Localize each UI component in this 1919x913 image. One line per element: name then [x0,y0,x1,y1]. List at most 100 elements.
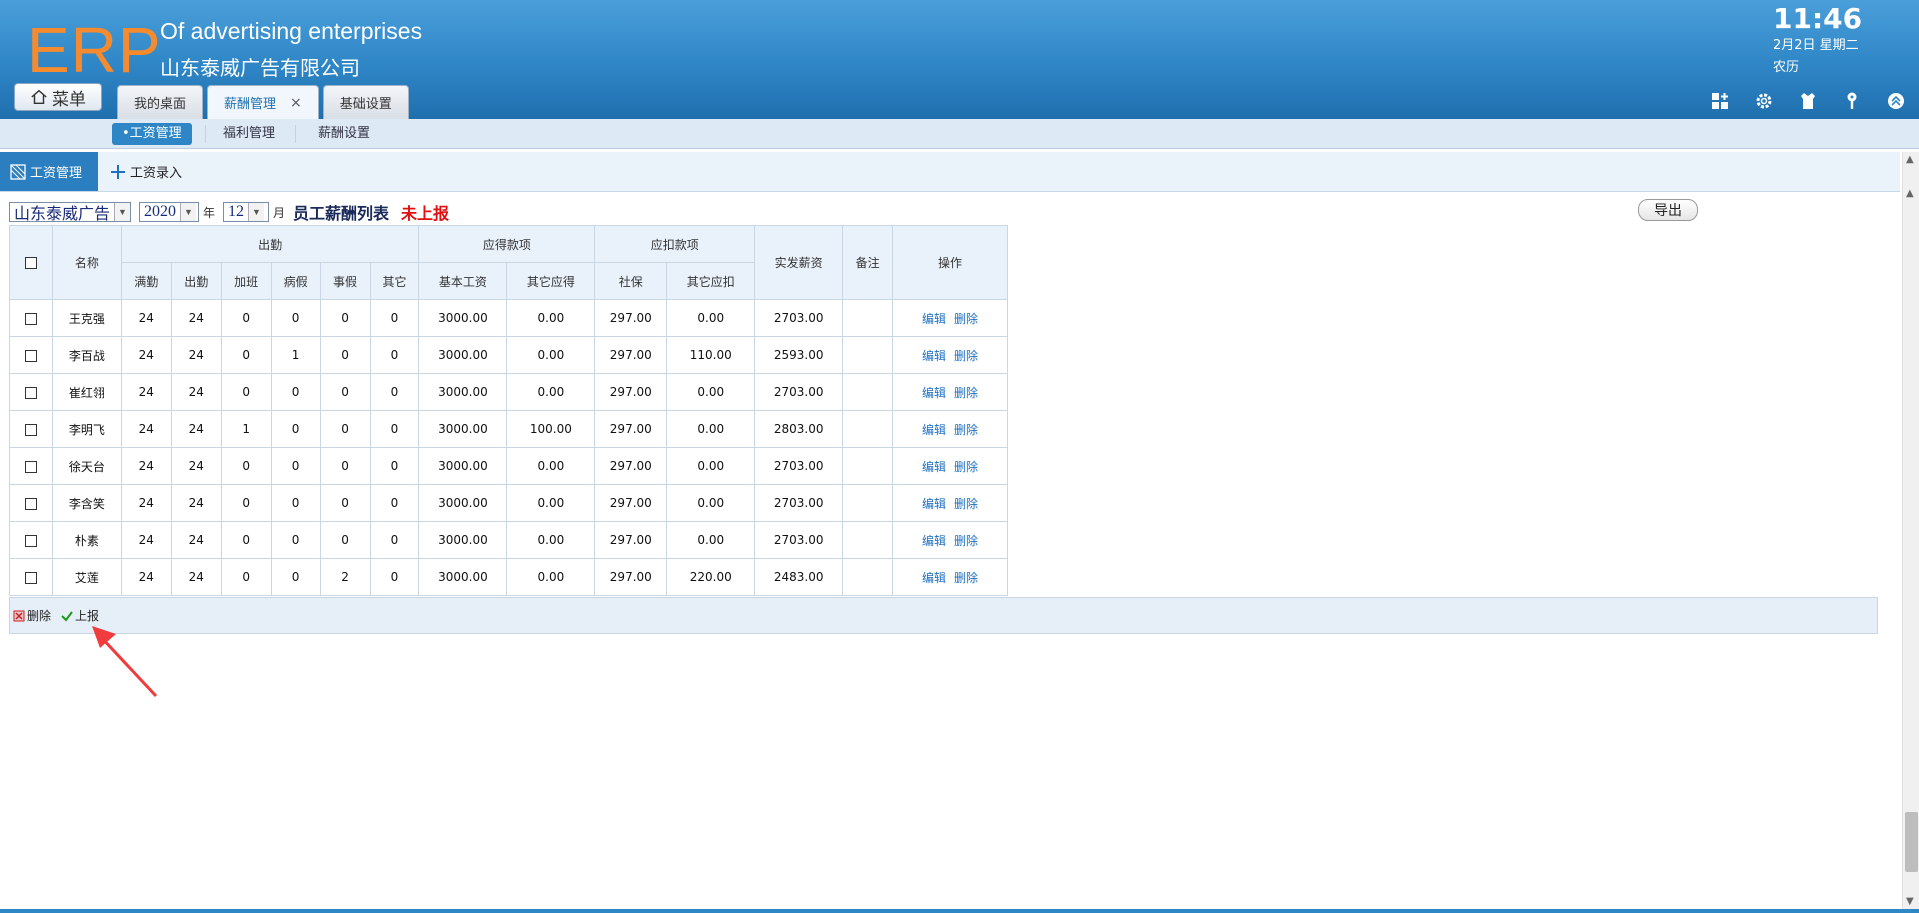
month-select-value: 12 [228,203,245,220]
cell-net-pay: 2703.00 [754,373,844,411]
cell-other-deduct: 220.00 [666,558,756,596]
cell-remark [842,336,894,374]
scroll-down-icon[interactable]: ▼ [1906,896,1914,907]
collapse-icon[interactable] [1885,90,1907,112]
scroll-up-icon[interactable]: ▲ [1906,154,1914,165]
header-personal-leave: 事假 [319,262,371,300]
module-tab-salary-management[interactable]: 工资管理 [0,152,98,191]
module-tab-label: 工资管理 [30,166,83,181]
cell-personal-leave: 2 [319,558,371,596]
cell-net-pay: 2703.00 [754,484,844,522]
delete-link[interactable]: 删除 [954,571,978,585]
year-select[interactable]: 2020 ▼ [139,202,199,222]
cell-sick-leave: 0 [270,373,321,411]
header-net-pay: 实发薪资 [754,225,844,300]
company-select[interactable]: 山东泰威广告 ▼ [9,202,131,223]
cell-other-income: 0.00 [506,521,596,559]
cell-net-pay: 2703.00 [754,447,844,485]
cell-base-salary: 3000.00 [418,410,508,448]
cell-ops: 编辑 删除 [892,447,1008,485]
vertical-scrollbar[interactable]: ▲ ▲ ▼ [1902,152,1919,909]
header-sick-leave: 病假 [270,262,321,300]
delete-link[interactable]: 删除 [954,349,978,363]
row-checkbox[interactable] [24,312,37,325]
cell-attendance: 24 [170,447,222,485]
header-overtime: 加班 [220,262,272,300]
tab-my-desktop[interactable]: 我的桌面 [117,85,204,119]
menu-button[interactable]: 菜单 [14,83,102,111]
row-checkbox[interactable] [24,386,37,399]
year-unit: 年 [203,205,216,220]
cell-ops: 编辑 删除 [892,521,1008,559]
edit-link[interactable]: 编辑 [922,460,946,474]
cell-ops: 编辑 删除 [892,336,1008,374]
submenu-welfare-management[interactable]: 福利管理 [223,123,275,145]
cell-personal-leave: 0 [319,447,371,485]
header-group-attendance: 出勤 [120,225,420,263]
module-tab-salary-entry[interactable]: 工资录入 [100,152,192,191]
cell-other-income: 0.00 [506,299,596,337]
edit-link[interactable]: 编辑 [922,571,946,585]
export-button[interactable]: 导出 [1638,199,1698,221]
cell-name: 李含笑 [51,484,122,522]
shirt-icon[interactable] [1797,90,1819,112]
cell-other: 0 [369,447,420,485]
cell-personal-leave: 0 [319,410,371,448]
header-full-attendance: 满勤 [120,262,172,300]
row-checkbox[interactable] [24,423,37,436]
delete-link[interactable]: 删除 [954,497,978,511]
table-row: 朴素 24 24 0 0 0 0 3000.00 0.00 297.00 0.00 2703.00 编辑… [9,521,1008,559]
row-select-cell [9,336,53,374]
row-checkbox[interactable] [24,460,37,473]
cell-full-attendance: 24 [120,521,172,559]
cell-name: 王克强 [51,299,122,337]
delete-link[interactable]: 删除 [954,386,978,400]
submenu-salary-management[interactable]: •工资管理 [112,123,192,145]
table-row: 崔红翎 24 24 0 0 0 0 3000.00 0.00 297.00 0.00 2703.00 编… [9,373,1008,411]
edit-link[interactable]: 编辑 [922,534,946,548]
delete-link[interactable]: 删除 [954,534,978,548]
cell-base-salary: 3000.00 [418,336,508,374]
gear-icon[interactable] [1753,90,1775,112]
tab-label: 基础设置 [339,97,392,112]
scroll-thumb[interactable] [1905,812,1918,872]
row-select-cell [9,410,53,448]
row-checkbox[interactable] [24,349,37,362]
add-widget-icon[interactable] [1709,90,1731,112]
edit-link[interactable]: 编辑 [922,312,946,326]
year-select-value: 2020 [144,203,176,220]
key-icon[interactable] [1841,90,1863,112]
header-other: 其它 [369,262,420,300]
cell-remark [842,484,894,522]
edit-link[interactable]: 编辑 [922,386,946,400]
row-checkbox[interactable] [24,497,37,510]
scroll-up-icon[interactable]: ▲ [1906,188,1914,199]
cell-other-deduct: 0.00 [666,447,756,485]
submenu-salary-settings[interactable]: 薪酬设置 [318,123,370,145]
cell-overtime: 0 [220,336,272,374]
cell-other: 0 [369,410,420,448]
header-attendance: 出勤 [170,262,222,300]
delete-link[interactable]: 删除 [954,460,978,474]
table-row: 徐天台 24 24 0 0 0 0 3000.00 0.00 297.00 0.00 2703.00 编… [9,447,1008,485]
edit-link[interactable]: 编辑 [922,423,946,437]
cell-overtime: 0 [220,447,272,485]
row-checkbox[interactable] [24,571,37,584]
cell-base-salary: 3000.00 [418,558,508,596]
row-checkbox[interactable] [24,534,37,547]
tab-salary-management[interactable]: 薪酬管理 × [207,85,319,119]
cell-other: 0 [369,558,420,596]
close-icon[interactable]: × [290,95,302,111]
delete-selected-button[interactable]: 删除 [13,607,51,624]
month-select[interactable]: 12 ▼ [223,202,270,222]
edit-link[interactable]: 编辑 [922,497,946,511]
cell-other-deduct: 0.00 [666,299,756,337]
cell-overtime: 0 [220,299,272,337]
tab-basic-settings[interactable]: 基础设置 [322,85,409,119]
select-all-checkbox[interactable] [24,257,37,269]
cell-other-income: 0.00 [506,447,596,485]
submenu-divider [205,125,206,143]
delete-link[interactable]: 删除 [954,312,978,326]
delete-link[interactable]: 删除 [954,423,978,437]
edit-link[interactable]: 编辑 [922,349,946,363]
